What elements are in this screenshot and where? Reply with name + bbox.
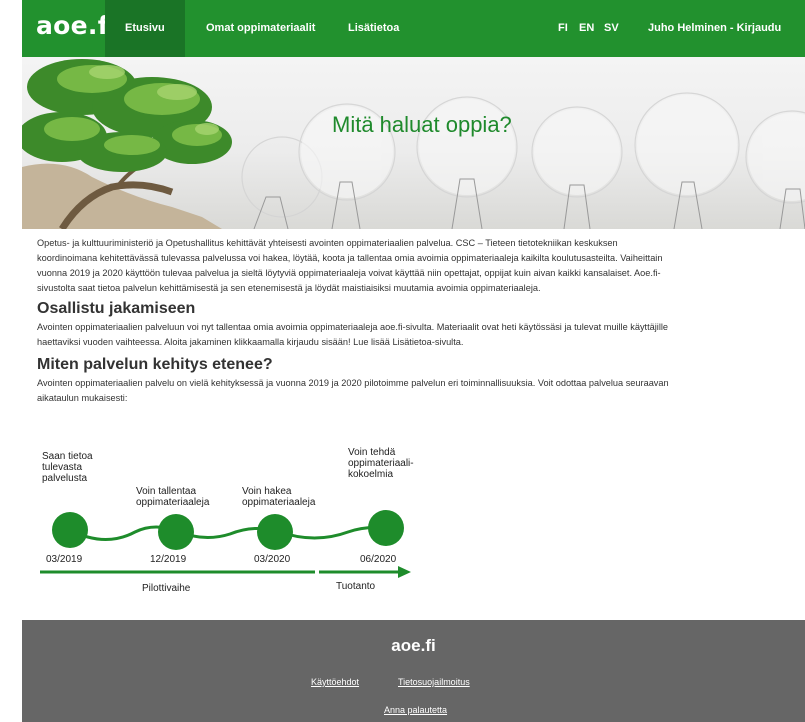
footer-link-terms[interactable]: Käyttöehdot [311,677,359,687]
nav-item-omat-oppimateriaalit[interactable]: Omat oppimateriaalit [206,0,315,57]
share-text: Avointen oppimateriaalien palveluun voi … [37,320,805,350]
main-content: Opetus- ja kulttuuriministeriö ja Opetus… [37,236,805,406]
intro-text: Opetus- ja kulttuuriministeriö ja Opetus… [37,236,805,296]
milestone-dot [257,514,293,550]
nav-item-etusivu[interactable]: Etusivu [105,0,185,57]
intro-line: koordinoimana kehitettävässä tulevassa p… [37,253,663,263]
footer-title: aoe.fi [391,636,436,655]
footer-link-feedback[interactable]: Anna palautetta [384,705,447,715]
top-nav: aoe.fi Etusivu Omat oppimateriaalit Lisä… [22,0,805,91]
milestone-label-2: Voin tallentaa oppimateriaaleja [136,486,210,508]
progress-text: Avointen oppimateriaalien palvelu on vie… [37,376,805,406]
milestone-label-4: Voin tehdä oppimateriaali- kokoelmia [348,447,414,480]
nav-item-lisatietoa[interactable]: Lisätietoa [348,0,399,57]
timeline: Saan tietoa tulevasta palvelusta Voin ta… [30,447,430,602]
lang-fi[interactable]: FI [558,0,568,57]
hero-banner: Mitä haluat oppia? [22,57,805,229]
user-logout-link[interactable]: Juho Helminen - Kirjaudu ulos [648,0,805,91]
phase-label-pilot: Pilottivaihe [142,583,191,594]
intro-line: sivustolta saat tietoa palvelun kehittäm… [37,283,541,293]
milestone-date: 12/2019 [150,554,187,565]
milestone-date: 03/2019 [46,554,83,565]
milestone-label-3: Voin hakea oppimateriaaleja [242,486,316,508]
milestone-dot [368,510,404,546]
milestone-date: 06/2020 [360,554,397,565]
hero-image [22,59,805,229]
share-line: haettaviksi vuoden vaihteessa. Aloita ja… [37,337,464,347]
lang-en[interactable]: EN [579,0,594,57]
lang-sv[interactable]: SV [604,0,619,57]
milestone-date: 03/2020 [254,554,291,565]
milestone-dot [158,514,194,550]
progress-line: Avointen oppimateriaalien palvelu on vie… [37,378,669,388]
intro-line: Opetus- ja kulttuuriministeriö ja Opetus… [37,238,618,248]
share-heading: Osallistu jakamiseen [37,300,196,317]
intro-line: vuonna 2019 ja 2020 käyttöön tulevaa pal… [37,268,661,278]
progress-heading: Miten palvelun kehitys etenee? [37,356,273,373]
progress-line: aikataulun mukaisesti: [37,393,128,403]
hero-title: Mitä haluat oppia? [332,112,512,137]
milestone-dot [52,512,88,548]
milestone-label-1: Saan tietoa tulevasta palvelusta [42,451,93,484]
footer-link-privacy[interactable]: Tietosuojailmoitus [398,677,470,687]
footer: aoe.fi Käyttöehdot Tietosuojailmoitus An… [22,620,805,722]
phase-label-production: Tuotanto [336,581,376,592]
share-line: Avointen oppimateriaalien palveluun voi … [37,322,669,332]
